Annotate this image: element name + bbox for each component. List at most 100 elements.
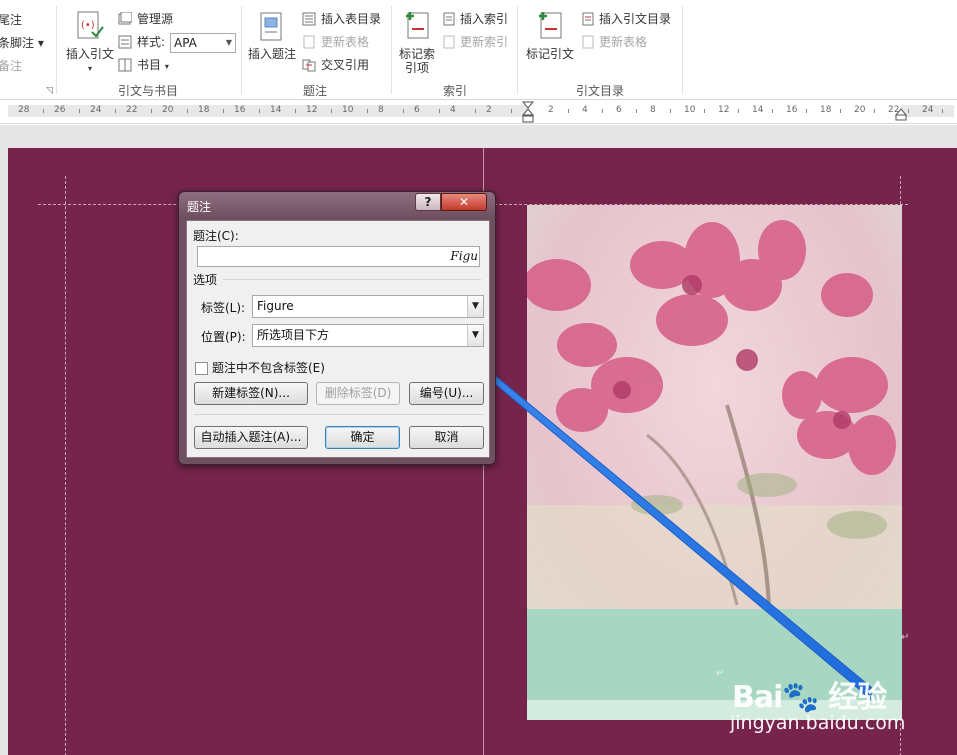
ruler-tick xyxy=(223,109,224,113)
indent-marker-icon[interactable] xyxy=(522,101,534,125)
ruler-number: 28 xyxy=(18,105,30,115)
ribbon-separator xyxy=(56,6,57,94)
label-select[interactable]: Figure ▼ xyxy=(252,295,484,318)
insert-index-label: 插入索引 xyxy=(460,12,509,26)
chevron-down-icon: ▼ xyxy=(225,38,232,47)
update-index-button[interactable]: 更新索引 xyxy=(442,35,514,51)
close-button[interactable]: ✕ xyxy=(441,193,487,211)
ruler-number: 18 xyxy=(198,105,210,115)
ruler-tick xyxy=(43,109,44,113)
ruler-tick xyxy=(840,109,841,113)
ruler-number: 14 xyxy=(270,105,282,115)
style-icon xyxy=(118,35,132,49)
ruler-tick xyxy=(511,109,512,113)
dialog-body: 题注(C): Figu 选项 标签(L): Figure ▼ 位置(P): 所选… xyxy=(186,220,490,458)
style-label-group: 样式: xyxy=(118,35,170,51)
ruler-number: 4 xyxy=(450,105,456,115)
ribbon-separator xyxy=(682,6,683,94)
new-label-button[interactable]: 新建标签(N)... xyxy=(194,382,308,405)
ruler-number: 12 xyxy=(306,105,318,115)
ruler-tick xyxy=(403,109,404,113)
horizontal-ruler[interactable]: 28 26 24 22 20 18 16 14 12 10 8 6 4 2 2 4 6 8 10 12 14 16 18 2… xyxy=(0,100,957,124)
cross-reference-button[interactable]: 交叉引用 xyxy=(302,58,374,74)
flower-image[interactable] xyxy=(527,205,902,720)
ruler-number: 22 xyxy=(126,105,138,115)
position-select-value: 所选项目下方 xyxy=(257,328,330,342)
index-group-label: 索引 xyxy=(443,84,468,98)
ribbon-separator xyxy=(517,6,518,94)
update-toa-icon xyxy=(582,35,594,49)
style-label: 样式: xyxy=(137,35,166,49)
ruler-tick xyxy=(187,109,188,113)
insert-caption-icon xyxy=(260,12,282,41)
ruler-number: 10 xyxy=(684,105,696,115)
bibliography-text: 书目 xyxy=(137,58,162,72)
ruler-number: 12 xyxy=(718,105,730,115)
ruler-number: 6 xyxy=(414,105,420,115)
caption-input-value: Figu xyxy=(450,249,478,263)
label-label: 标签(L): xyxy=(201,301,246,315)
ruler-number: 6 xyxy=(616,105,622,115)
ruler-number: 10 xyxy=(342,105,354,115)
update-toa-button[interactable]: 更新表格 xyxy=(581,35,653,51)
ruler-tick xyxy=(79,109,80,113)
ruler-number: 26 xyxy=(54,105,66,115)
mark-index-entry-button[interactable]: 标记索引项 xyxy=(395,10,439,80)
insert-caption-label: 插入题注 xyxy=(247,47,296,61)
update-index-label: 更新索引 xyxy=(460,35,509,49)
ruler-number: 20 xyxy=(854,105,866,115)
ruler-number: 16 xyxy=(786,105,798,115)
update-table-icon xyxy=(303,35,315,49)
right-indent-marker-icon[interactable] xyxy=(895,108,907,122)
help-button[interactable]: ? xyxy=(415,193,441,211)
position-select[interactable]: 所选项目下方 ▼ xyxy=(252,324,484,347)
ruler-number: 24 xyxy=(90,105,102,115)
ruler-tick xyxy=(439,109,440,113)
autocaption-button[interactable]: 自动插入题注(A)... xyxy=(194,426,308,449)
bibliography-icon xyxy=(118,58,132,72)
update-table-button[interactable]: 更新表格 xyxy=(302,35,374,51)
ruler-number: 2 xyxy=(548,105,554,115)
ribbon-separator xyxy=(391,6,392,94)
insert-toa-button[interactable]: 插入引文目录 xyxy=(581,12,677,28)
ruler-tick xyxy=(874,109,875,113)
ruler-number: 8 xyxy=(650,105,656,115)
ruler-tick xyxy=(704,109,705,113)
ruler-number: 18 xyxy=(820,105,832,115)
delete-label-button[interactable]: 删除标签(D) xyxy=(316,382,400,405)
insert-index-button[interactable]: 插入索引 xyxy=(442,12,514,28)
ok-button[interactable]: 确定 xyxy=(325,426,400,449)
bibliography-button[interactable]: 书目 ▾ xyxy=(118,58,178,74)
show-notes-button[interactable]: 备注 xyxy=(0,59,22,73)
dialog-title: 题注 xyxy=(187,200,212,214)
ruler-tick xyxy=(475,109,476,113)
exclude-label-checkbox[interactable] xyxy=(195,362,208,375)
insert-citation-button[interactable]: (•) 插入引文 ▾ xyxy=(64,10,116,80)
ruler-number: 16 xyxy=(234,105,246,115)
insert-caption-button[interactable]: 插入题注 xyxy=(246,10,298,80)
chevron-down-icon: ▼ xyxy=(467,296,483,317)
mark-citation-button[interactable]: 标记引文 xyxy=(523,10,577,80)
insert-citation-label: 插入引文 xyxy=(65,47,114,61)
caption-dialog: 题注 ? ✕ 题注(C): Figu 选项 标签(L): Figure ▼ 位置… xyxy=(178,191,496,465)
ruler-tick xyxy=(295,109,296,113)
dialog-titlebar[interactable]: 题注 ? ✕ xyxy=(179,192,495,218)
ruler-number: 4 xyxy=(582,105,588,115)
update-table-label: 更新表格 xyxy=(321,35,370,49)
position-label: 位置(P): xyxy=(201,330,246,344)
paragraph-mark-icon: ↵ xyxy=(901,632,910,643)
cancel-button[interactable]: 取消 xyxy=(409,426,484,449)
citation-style-select[interactable]: APA ▼ xyxy=(170,33,236,53)
ruler-tick xyxy=(602,109,603,113)
caption-input[interactable]: Figu xyxy=(197,246,480,267)
watermark-brand-icon: Bai🐾 经验 xyxy=(732,680,887,715)
next-footnote-button[interactable]: 条脚注 ▾ xyxy=(0,36,46,50)
insert-endnote-button[interactable]: 尾注 xyxy=(0,13,22,27)
mark-entry-icon xyxy=(406,12,429,39)
manage-sources-button[interactable]: 管理源 xyxy=(118,12,198,28)
insert-table-of-figures-button[interactable]: 插入表目录 xyxy=(302,12,386,28)
chevron-down-icon: ▾ xyxy=(164,62,169,71)
dialog-launcher-icon[interactable]: ◹ xyxy=(46,84,53,98)
ruler-tick xyxy=(670,109,671,113)
numbering-button[interactable]: 编号(U)... xyxy=(409,382,484,405)
